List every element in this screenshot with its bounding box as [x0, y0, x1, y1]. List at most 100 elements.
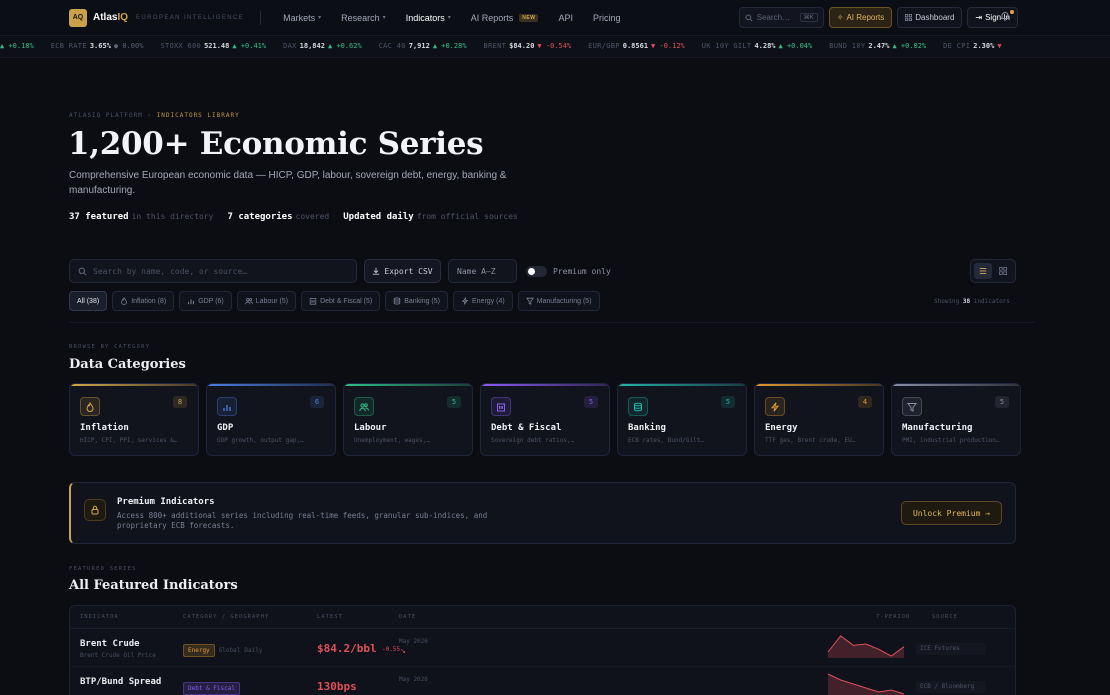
- col-date[interactable]: DATE: [399, 614, 416, 620]
- menu-research[interactable]: Research ▾: [341, 13, 386, 23]
- unlock-premium-button[interactable]: Unlock Premium →: [901, 501, 1002, 525]
- category-card[interactable]: 5 Labour Unemployment, wages,…: [343, 383, 473, 456]
- category-count: 5: [995, 396, 1009, 408]
- ai-reports-button[interactable]: ✧ AI Reports: [828, 7, 893, 28]
- filter-chip[interactable]: Banking (5): [385, 291, 448, 311]
- menu-api[interactable]: API: [558, 13, 573, 23]
- menu-label: Markets: [283, 12, 316, 23]
- featured-title: All Featured Indicators: [69, 578, 238, 593]
- filter-chip[interactable]: All (38): [69, 291, 108, 311]
- category-count: 5: [447, 396, 461, 408]
- nav-search[interactable]: Search… ⌘K: [738, 7, 824, 28]
- observation-date: May 2026: [399, 676, 428, 683]
- filter-chip[interactable]: Inflation (8): [112, 291, 175, 311]
- nav-actions: Search… ⌘K ✧ AI Reports Dashboard ⇥ Sign…: [738, 7, 1018, 28]
- menu-ai-reports[interactable]: AI Reports NEW: [471, 13, 539, 23]
- list-view-button[interactable]: [974, 263, 992, 279]
- dashboard-button[interactable]: Dashboard: [897, 7, 963, 28]
- brand-name[interactable]: AtlasIQ: [93, 12, 128, 23]
- hero-stats: 37 featured in this directory 7 categorie…: [69, 212, 518, 222]
- filter-chip[interactable]: Energy (4): [452, 291, 513, 311]
- ticker-symbol: STOXX 600: [160, 42, 202, 50]
- stat-note: from official sources: [416, 212, 518, 221]
- result-number: 38: [962, 298, 971, 305]
- search-icon: [78, 267, 87, 275]
- category-card[interactable]: 5 Banking ECB rates, Bund/Gilt…: [617, 383, 747, 456]
- ticker-item[interactable]: DE CPI 2.30% ▼: [943, 42, 1001, 50]
- filter-chip[interactable]: Labour (5): [236, 291, 297, 311]
- indicator-name[interactable]: BTP/Bund Spread: [80, 677, 161, 687]
- ticker-symbol: EUR/GBP: [588, 42, 620, 50]
- filter-icon: [525, 297, 534, 305]
- sort-select[interactable]: Name A–Z: [448, 259, 517, 283]
- premium-description: Access 800+ additional series including …: [117, 511, 488, 530]
- brand-accent: IQ: [117, 12, 129, 23]
- logo-mark[interactable]: AQ: [69, 8, 87, 27]
- indicator-search-input[interactable]: [93, 266, 333, 276]
- filter-chip[interactable]: Manufacturing (5): [517, 291, 600, 311]
- filter-chip[interactable]: Debt & Fiscal (5): [301, 291, 381, 311]
- category-card[interactable]: 5 Debt & Fiscal Sovereign debt ratios,…: [480, 383, 610, 456]
- bar-chart-icon: [217, 397, 237, 416]
- export-csv-button[interactable]: Export CSV: [364, 259, 441, 283]
- category-name: Inflation: [80, 423, 129, 433]
- sparkline: [827, 673, 905, 695]
- category-card[interactable]: 8 Inflation HICP, CPI, PPI, services &…: [69, 383, 199, 456]
- ticker-item[interactable]: BRENT $84.20 ▼ -0.54%: [484, 42, 572, 50]
- menu-pricing[interactable]: Pricing: [593, 13, 621, 23]
- category-card[interactable]: 5 Manufacturing PMI, industrial producti…: [891, 383, 1021, 456]
- breadcrumb-root[interactable]: ATLASIQ PLATFORM: [69, 112, 143, 119]
- ticker-item[interactable]: STOXX 600 521.48 ▲ +0.41%: [160, 42, 266, 50]
- table-row[interactable]: BTP/Bund Spread Debt & Fiscal 130bps May…: [70, 667, 1015, 695]
- category-card[interactable]: 6 GDP GDP growth, output gap,…: [206, 383, 336, 456]
- ticker-item[interactable]: ECB RATE 3.65% ● 0.00%: [51, 42, 144, 50]
- nav-search-placeholder: Search…: [756, 13, 791, 22]
- ticker-item[interactable]: CAC 40 7,912 ▲ +0.28%: [379, 42, 467, 50]
- ai-reports-label: AI Reports: [846, 13, 885, 22]
- download-icon: [373, 267, 380, 275]
- table-row[interactable]: Brent Crude Brent Crude Oil Price Energy…: [70, 629, 1015, 667]
- category-card[interactable]: 4 Energy TTF gas, Brent crude, EU…: [754, 383, 884, 456]
- market-ticker: ▲ +0.18% ECB RATE 3.65% ● 0.00% STOXX 600 521…: [0, 37, 1110, 58]
- brand-tagline: EUROPEAN INTELLIGENCE: [136, 14, 245, 21]
- grid-view-button[interactable]: [995, 263, 1013, 279]
- indicator-search[interactable]: [69, 259, 357, 283]
- category-tag[interactable]: Energy: [183, 644, 215, 657]
- shortcut-hint: ⌘K: [799, 13, 818, 22]
- ticker-change: ▲ +0.41%: [232, 42, 267, 50]
- ticker-change: ▲ +0.28%: [432, 42, 467, 50]
- frequency: Daily: [244, 647, 263, 654]
- nav-divider: [260, 10, 262, 25]
- ticker-item[interactable]: UK 10Y GILT 4.28% ▲ +0.04%: [702, 42, 812, 50]
- breadcrumb-current: INDICATORS LIBRARY: [156, 112, 240, 119]
- ticker-value: 521.48: [204, 42, 230, 50]
- ticker-value: 3.65%: [89, 42, 111, 50]
- ticker-item[interactable]: ▲ +0.18%: [0, 42, 34, 50]
- result-count: Showing 38 indicators: [934, 298, 1010, 305]
- ticker-item[interactable]: EUR/GBP 0.8561 ▼ -0.12%: [588, 42, 685, 50]
- source-badge: ECB / Bloomberg: [916, 681, 986, 693]
- category-count: 5: [584, 396, 598, 408]
- col-category[interactable]: CATEGORY / GEOGRAPHY: [183, 614, 269, 620]
- indicator-name[interactable]: Brent Crude: [80, 639, 140, 649]
- menu-markets[interactable]: Markets ▾: [283, 13, 321, 23]
- building-icon: [491, 397, 511, 416]
- premium-banner: Premium Indicators Access 800+ additiona…: [69, 482, 1016, 544]
- login-icon: ⇥: [975, 13, 983, 22]
- col-source[interactable]: SOURCE: [932, 614, 958, 620]
- ticker-symbol: ECB RATE: [50, 42, 87, 50]
- latest-value: 130bps: [317, 680, 357, 693]
- category-summary: TTF gas, Brent crude, EU…: [765, 437, 856, 444]
- menu-indicators[interactable]: Indicators ▾: [406, 13, 451, 23]
- col-latest[interactable]: LATEST: [317, 614, 343, 620]
- premium-only-toggle[interactable]: [526, 266, 547, 277]
- col-indicator[interactable]: INDICATOR: [80, 614, 119, 620]
- result-prefix: Showing: [934, 298, 960, 305]
- ticker-item[interactable]: BUND 10Y 2.47% ▲ +0.02%: [829, 42, 926, 50]
- ticker-symbol: UK 10Y GILT: [701, 42, 752, 50]
- ticker-item[interactable]: DAX 18,842 ▲ +0.62%: [283, 42, 362, 50]
- view-switcher: [970, 259, 1016, 283]
- filter-chip[interactable]: GDP (6): [179, 291, 232, 311]
- category-tag[interactable]: Debt & Fiscal: [183, 682, 240, 695]
- category-geography: Energy Global Daily: [183, 644, 262, 657]
